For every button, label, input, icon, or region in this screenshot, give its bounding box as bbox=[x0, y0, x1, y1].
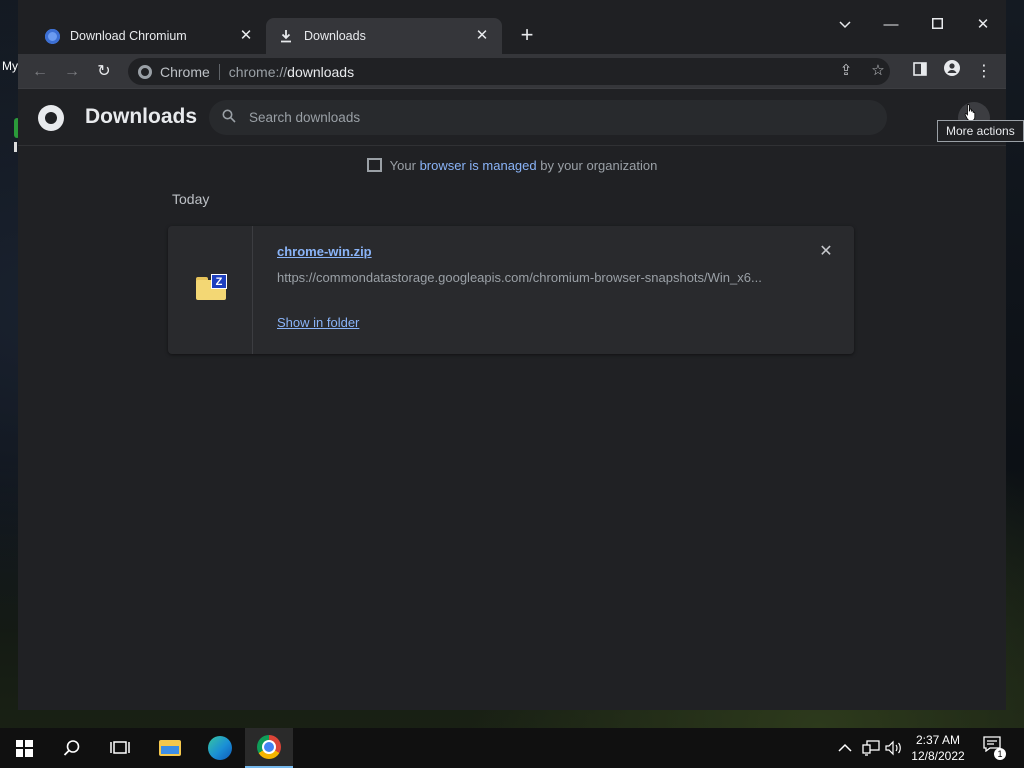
clock-time: 2:37 AM bbox=[915, 733, 961, 747]
close-tab-icon[interactable]: ✕ bbox=[474, 28, 490, 44]
address-bar[interactable]: Chrome chrome:// downloads ⇪ ☆ bbox=[128, 58, 890, 85]
managed-prefix: Your bbox=[389, 158, 420, 173]
browser-window: Download Chromium ✕ Downloads ✕ + — ✕ ← … bbox=[18, 0, 1024, 710]
search-box[interactable] bbox=[209, 100, 887, 135]
taskbar: 2:37 AM 12/8/2022 1 bbox=[0, 728, 1024, 768]
desktop-icon-fragment-2 bbox=[14, 142, 17, 152]
search-input[interactable] bbox=[249, 110, 887, 125]
tab-search-icon[interactable] bbox=[834, 14, 856, 36]
tab-strip: Download Chromium ✕ Downloads ✕ + — ✕ bbox=[18, 0, 1006, 54]
file-source-url: https://commondatastorage.googleapis.com… bbox=[277, 270, 762, 285]
file-name-link[interactable]: chrome-win.zip bbox=[277, 244, 372, 259]
download-item: Z chrome-win.zip https://commondatastora… bbox=[168, 226, 854, 354]
site-chip: Chrome bbox=[160, 63, 220, 80]
managed-suffix: by your organization bbox=[536, 158, 658, 173]
managed-notice: Your browser is managed by your organiza… bbox=[18, 158, 1006, 173]
file-icon-column: Z bbox=[168, 226, 253, 354]
show-hidden-icons[interactable] bbox=[838, 728, 852, 768]
desktop-icon-label[interactable]: My bbox=[2, 59, 18, 73]
reload-button[interactable]: ↻ bbox=[92, 60, 116, 84]
task-view-icon[interactable] bbox=[96, 728, 144, 768]
share-icon[interactable]: ⇪ bbox=[835, 60, 857, 82]
chromium-favicon-icon bbox=[44, 28, 60, 44]
date-heading: Today bbox=[172, 191, 210, 207]
minimize-button[interactable]: — bbox=[880, 14, 902, 36]
search-taskbar-icon[interactable] bbox=[48, 728, 96, 768]
downloads-toolbar: Downloads More actions bbox=[18, 90, 1024, 146]
search-icon bbox=[209, 109, 249, 127]
system-clock[interactable]: 2:37 AM 12/8/2022 bbox=[902, 732, 974, 764]
notification-count-badge: 1 bbox=[994, 748, 1006, 760]
close-tab-icon[interactable]: ✕ bbox=[238, 28, 254, 44]
tab-title: Downloads bbox=[304, 29, 366, 43]
tab-download-chromium[interactable]: Download Chromium ✕ bbox=[32, 18, 266, 54]
show-in-folder-link[interactable]: Show in folder bbox=[277, 315, 359, 330]
zip-file-icon: Z bbox=[196, 274, 228, 300]
chrome-logo-icon bbox=[38, 105, 64, 131]
side-panel-icon[interactable] bbox=[908, 60, 932, 84]
more-actions-tooltip: More actions bbox=[937, 120, 1024, 142]
download-icon bbox=[278, 28, 294, 44]
new-tab-button[interactable]: + bbox=[516, 24, 538, 47]
page-title: Downloads bbox=[85, 105, 198, 128]
remove-download-icon[interactable]: ✕ bbox=[816, 242, 836, 262]
browser-toolbar: ← → ↻ Chrome chrome:// downloads ⇪ ☆ ⋮ bbox=[18, 54, 1006, 89]
chrome-taskbar-icon[interactable] bbox=[245, 728, 293, 768]
volume-icon[interactable] bbox=[885, 728, 903, 768]
browser-menu-icon[interactable]: ⋮ bbox=[972, 60, 996, 84]
profile-icon[interactable] bbox=[940, 60, 964, 84]
url-host: downloads bbox=[287, 63, 355, 80]
chrome-page-icon bbox=[138, 64, 152, 79]
building-icon bbox=[366, 158, 382, 172]
edge-browser-icon[interactable] bbox=[196, 728, 244, 768]
back-button[interactable]: ← bbox=[28, 60, 52, 84]
managed-link[interactable]: browser is managed bbox=[420, 158, 537, 173]
start-button[interactable] bbox=[0, 728, 48, 768]
url-scheme: chrome:// bbox=[228, 63, 288, 80]
tab-downloads[interactable]: Downloads ✕ bbox=[266, 18, 502, 54]
windows-logo-icon bbox=[15, 739, 33, 757]
forward-button[interactable]: → bbox=[60, 60, 84, 84]
maximize-button[interactable] bbox=[926, 14, 948, 36]
hand-cursor-icon bbox=[964, 104, 976, 121]
tab-title: Download Chromium bbox=[70, 29, 187, 43]
bookmark-star-icon[interactable]: ☆ bbox=[867, 60, 889, 82]
file-explorer-icon[interactable] bbox=[146, 728, 194, 768]
close-window-button[interactable]: ✕ bbox=[972, 14, 994, 36]
notification-center-icon[interactable]: 1 bbox=[980, 736, 1006, 760]
network-icon[interactable] bbox=[862, 728, 880, 768]
clock-date: 12/8/2022 bbox=[911, 749, 965, 763]
